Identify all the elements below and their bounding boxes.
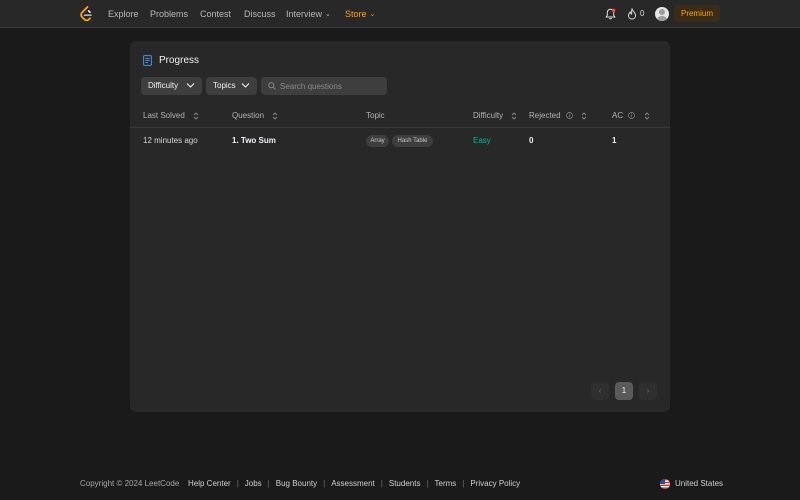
column-header-ac[interactable]: AC <box>612 111 650 121</box>
column-header-label: Question <box>232 111 265 120</box>
sort-icon <box>272 112 278 120</box>
nav-menu-interview-label: Interview <box>286 9 323 19</box>
column-header-label: AC <box>612 111 624 120</box>
fire-icon[interactable] <box>627 8 637 20</box>
pagination-prev-button[interactable]: ‹ <box>591 382 609 400</box>
footer-link-jobs[interactable]: Jobs <box>245 479 262 488</box>
pagination-next-button[interactable]: › <box>639 382 657 400</box>
footer-link-terms[interactable]: Terms <box>435 479 457 488</box>
nav-link-problems[interactable]: Problems <box>150 9 188 19</box>
leetcode-logo-icon[interactable] <box>79 6 92 22</box>
footer-copyright: Copyright © 2024 LeetCode <box>80 479 180 488</box>
footer-separator: | <box>236 479 239 488</box>
nav-menu-interview[interactable]: Interview ⌄ <box>286 9 331 21</box>
footer-separator: | <box>323 479 326 488</box>
footer-link-assessment[interactable]: Assessment <box>331 479 375 488</box>
nav-link-discuss[interactable]: Discuss <box>244 9 276 19</box>
info-icon[interactable] <box>565 112 573 120</box>
footer-link-help-center[interactable]: Help Center <box>188 479 231 488</box>
cell-rejected: 0 <box>529 136 534 145</box>
column-header-label: Last Solved <box>143 111 185 120</box>
footer-link-bug-bounty[interactable]: Bug Bounty <box>276 479 317 488</box>
avatar-head <box>659 9 665 15</box>
column-header-rejected[interactable]: Rejected <box>529 111 587 121</box>
bell-icon[interactable] <box>605 8 616 20</box>
footer-links: Help Center | Jobs | Bug Bounty | Assessment | S… <box>188 479 520 489</box>
nav-menu-store[interactable]: Store ⌄ <box>345 9 375 21</box>
pagination-page-1[interactable]: 1 <box>615 382 633 400</box>
footer-separator: | <box>426 479 429 488</box>
column-header-difficulty[interactable]: Difficulty <box>473 111 517 121</box>
column-header-topic: Topic <box>366 111 385 121</box>
search-input[interactable] <box>280 77 384 95</box>
streak-count: 0 <box>640 9 645 18</box>
topics-filter-button[interactable]: Topics <box>206 77 257 95</box>
cell-difficulty: Easy <box>473 136 491 145</box>
difficulty-filter-label: Difficulty <box>148 81 179 90</box>
topic-tag-hash-table[interactable]: Hash Table <box>392 135 433 147</box>
footer-link-students[interactable]: Students <box>389 479 421 488</box>
footer-separator: | <box>380 479 383 488</box>
nav-menu-store-label: Store <box>345 9 367 19</box>
footer-link-privacy-policy[interactable]: Privacy Policy <box>470 479 520 488</box>
table-header-divider <box>130 127 670 128</box>
premium-button[interactable]: Premium <box>674 5 720 22</box>
topic-tag-array[interactable]: Array <box>366 135 389 147</box>
info-icon[interactable] <box>628 112 636 120</box>
avatar[interactable] <box>655 7 669 21</box>
difficulty-filter-button[interactable]: Difficulty <box>141 77 202 95</box>
sort-icon <box>581 112 587 120</box>
nav-link-explore[interactable]: Explore <box>108 9 139 19</box>
nav-link-contest[interactable]: Contest <box>200 9 231 19</box>
search-field <box>261 77 387 95</box>
progress-card: Progress Difficulty Topics Last Solved Q… <box>130 41 670 412</box>
footer-separator: | <box>267 479 270 488</box>
us-flag-icon[interactable] <box>660 479 670 489</box>
topics-filter-label: Topics <box>213 81 236 90</box>
sort-icon <box>512 112 517 120</box>
top-navbar: Explore Problems Contest Discuss Intervi… <box>0 0 800 28</box>
column-header-question[interactable]: Question <box>232 111 278 121</box>
document-icon <box>143 55 152 66</box>
chevron-down-icon <box>241 83 250 88</box>
column-header-last-solved[interactable]: Last Solved <box>143 111 199 121</box>
avatar-body <box>657 16 667 21</box>
column-header-label: Rejected <box>529 111 561 120</box>
sort-icon <box>193 112 199 120</box>
column-header-label: Difficulty <box>473 111 504 120</box>
cell-ac: 1 <box>612 136 617 145</box>
column-header-label: Topic <box>366 111 385 120</box>
search-icon <box>268 82 276 90</box>
sort-icon <box>644 112 649 120</box>
country-selector[interactable]: United States <box>675 479 723 489</box>
chevron-down-icon: ⌄ <box>369 11 376 18</box>
footer-separator: | <box>462 479 465 488</box>
chevron-down-icon <box>186 83 195 88</box>
cell-last-solved: 12 minutes ago <box>143 136 198 145</box>
cell-question-link[interactable]: 1. Two Sum <box>232 136 276 146</box>
page-title: Progress <box>159 55 200 66</box>
chevron-down-icon: ⌄ <box>325 11 331 18</box>
